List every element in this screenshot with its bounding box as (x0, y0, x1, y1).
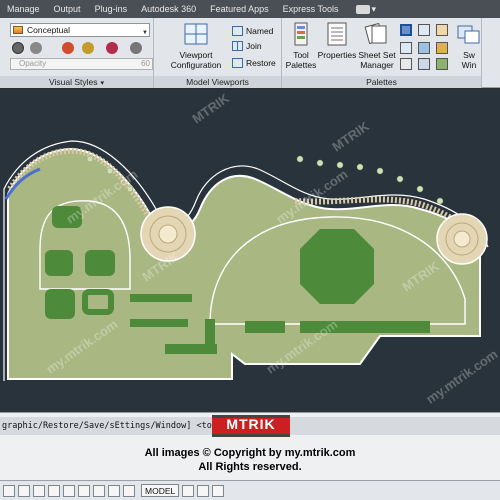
properties-button[interactable]: Properties (316, 22, 358, 60)
tab-output[interactable]: Output (47, 0, 88, 18)
zoom-icon[interactable] (212, 484, 225, 497)
switch-windows-icon (457, 25, 480, 44)
ducs-toggle-icon[interactable] (93, 484, 105, 497)
edge-style-icon[interactable] (12, 42, 24, 54)
face-color-icon[interactable] (106, 42, 118, 54)
viewport-grid-icon (184, 23, 208, 45)
render-icon[interactable] (436, 58, 448, 70)
layout-icon[interactable] (182, 484, 195, 497)
lineweight-toggle-icon[interactable] (123, 484, 135, 497)
restore-icon (232, 57, 243, 68)
panel-title-palettes: Palettes (282, 76, 481, 88)
material-icon[interactable] (82, 42, 94, 54)
sheet-set-manager-button[interactable]: Sheet Set Manager (356, 22, 398, 70)
layers-palette-icon[interactable] (400, 42, 412, 54)
join-viewports-button[interactable]: Join (232, 39, 262, 52)
ribbon-toggle-icon (355, 4, 370, 14)
tab-manage[interactable]: Manage (0, 0, 47, 18)
materials-browser-icon[interactable] (436, 42, 448, 54)
ortho-toggle-icon[interactable] (33, 484, 45, 497)
copyright-line-1: All images © Copyright by my.mtrik.com (144, 447, 356, 459)
tab-plug-ins[interactable]: Plug-ins (88, 0, 135, 18)
snap-toggle-icon[interactable] (18, 484, 30, 497)
bed-3 (85, 250, 115, 276)
octagon-bed (300, 229, 374, 304)
sheet-icon[interactable] (418, 58, 430, 70)
tool-palettes-button[interactable]: Tool Palettes (284, 22, 318, 70)
lighting-icon[interactable] (62, 42, 74, 54)
restore-viewports-button[interactable]: Restore (232, 56, 276, 69)
design-center-icon[interactable] (400, 24, 412, 36)
tab-featured-apps[interactable]: Featured Apps (203, 0, 276, 18)
shadow-icon[interactable] (30, 42, 42, 54)
markup-set-icon[interactable] (436, 24, 448, 36)
site-lawn-area (7, 147, 481, 380)
osnap-toggle-icon[interactable] (63, 484, 75, 497)
ribbon-tab-strip: Manage Output Plug-ins Autodesk 360 Feat… (0, 0, 500, 18)
chevron-down-icon: ▼ (142, 30, 148, 36)
external-references-icon[interactable] (418, 24, 430, 36)
sheet-set-icon (364, 22, 387, 45)
panel-title-visual-styles: Visual Styles ▾ (0, 76, 153, 88)
otrack-toggle-icon[interactable] (78, 484, 90, 497)
tab-autodesk-360[interactable]: Autodesk 360 (134, 0, 203, 18)
switch-windows-button[interactable]: Sw Win (454, 22, 484, 70)
panel-model-viewports: Viewport Configuration Named Join Restor… (154, 18, 282, 88)
bed-4 (45, 289, 75, 319)
grid-toggle-icon[interactable] (3, 484, 15, 497)
xray-icon[interactable] (130, 42, 142, 54)
drawing-canvas[interactable]: MTRIK MTRIK my.mtrik.com my.mtrik.com MT… (0, 89, 500, 412)
tool-palettes-icon (294, 22, 308, 46)
bed-2 (45, 250, 73, 276)
quickcalc-icon[interactable] (418, 42, 430, 54)
command-line-icon[interactable] (400, 58, 412, 70)
visual-style-icon (13, 26, 23, 34)
bed-9 (205, 319, 215, 353)
bed-1 (52, 206, 82, 228)
copyright-line-2: All Rights reserved. (198, 461, 302, 473)
status-bar: MODEL (0, 480, 500, 500)
visual-style-dropdown[interactable]: Conceptual ▼ (10, 23, 150, 37)
bed-7 (130, 319, 188, 327)
ribbon-minimize-button[interactable]: ▾ (355, 4, 376, 15)
join-icon (232, 40, 243, 51)
bed-11 (300, 321, 430, 333)
polar-toggle-icon[interactable] (48, 484, 60, 497)
ribbon: Conceptual ▼ Opacity 60 Visual Styles ▾ V… (0, 18, 500, 88)
dyn-toggle-icon[interactable] (108, 484, 120, 497)
panel-title-model-viewports: Model Viewports (154, 76, 281, 88)
bed-10 (245, 321, 285, 333)
site-plan-drawing (3, 140, 489, 381)
model-space-button[interactable]: MODEL (141, 484, 180, 497)
panel-palettes: Tool Palettes Properties Sheet Set Manag… (282, 18, 482, 88)
panel-visual-styles: Conceptual ▼ Opacity 60 Visual Styles ▾ (0, 18, 154, 88)
mtrik-logo-text: MTRIK (226, 416, 276, 432)
pan-icon[interactable] (197, 484, 210, 497)
named-viewports-button[interactable]: Named (232, 24, 273, 37)
named-viewports-icon (232, 25, 243, 36)
opacity-slider[interactable]: Opacity 60 (10, 58, 153, 70)
properties-icon (327, 22, 347, 46)
viewport-configuration-button[interactable]: Viewport Configuration (160, 22, 232, 70)
bed-6 (130, 294, 192, 302)
tab-express-tools[interactable]: Express Tools (276, 0, 346, 18)
